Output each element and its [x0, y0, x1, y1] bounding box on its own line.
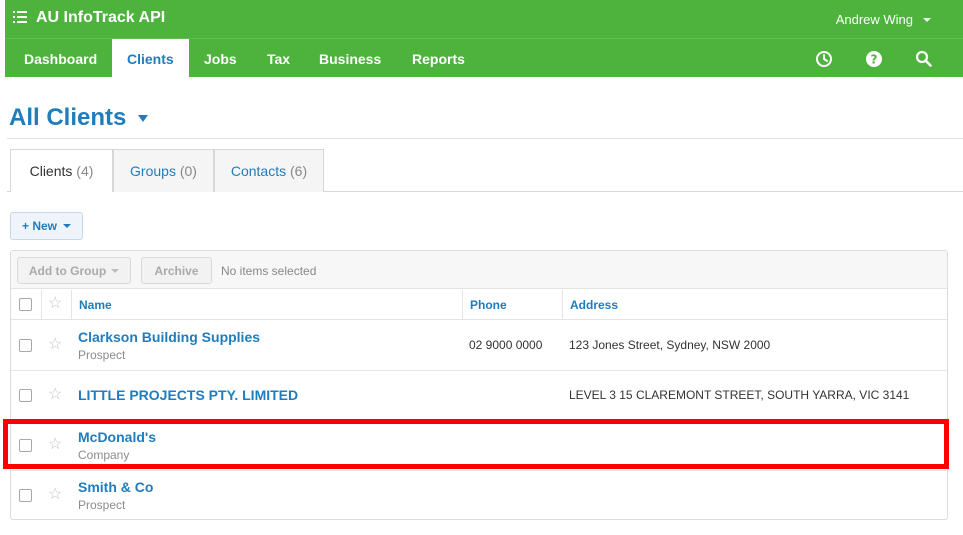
row-checkbox[interactable] — [19, 339, 32, 352]
client-name-link[interactable]: Clarkson Building Supplies — [78, 329, 260, 345]
star-icon[interactable]: ☆ — [48, 387, 62, 403]
app-menu-icon[interactable] — [13, 10, 27, 24]
column-header-address[interactable]: Address — [562, 290, 618, 320]
user-name: Andrew Wing — [835, 12, 913, 27]
client-phone: 02 9000 0000 — [469, 338, 543, 352]
client-type: Company — [78, 448, 130, 462]
tab-groups[interactable]: Groups (0) — [113, 149, 214, 192]
svg-text:?: ? — [871, 53, 878, 67]
column-header-name[interactable]: Name — [71, 290, 112, 320]
row-checkbox[interactable] — [19, 489, 32, 502]
tab-clients[interactable]: Clients (4) — [10, 149, 113, 192]
divider — [41, 290, 42, 320]
archive-button[interactable]: Archive — [141, 257, 212, 284]
main-nav: Dashboard Clients Jobs Tax Business Repo… — [5, 38, 963, 78]
star-icon: ☆ — [48, 295, 63, 312]
client-address: LEVEL 3 15 CLAREMONT STREET, SOUTH YARRA… — [569, 388, 910, 402]
tab-contacts[interactable]: Contacts (6) — [214, 149, 324, 192]
page-title-text: All Clients — [9, 104, 127, 131]
selection-status: No items selected — [221, 264, 317, 278]
column-header-phone[interactable]: Phone — [462, 290, 507, 320]
client-type: Prospect — [78, 498, 126, 512]
table-header: ☆ Name Phone Address — [11, 290, 947, 320]
nav-jobs[interactable]: Jobs — [189, 39, 252, 78]
nav-business[interactable]: Business — [304, 39, 396, 78]
table-row[interactable]: ☆ Clarkson Building Supplies Prospect 02… — [11, 321, 947, 371]
chevron-down-icon — [923, 17, 931, 22]
nav-reports[interactable]: Reports — [397, 39, 480, 78]
archive-label: Archive — [154, 263, 199, 278]
tab-contacts-count: (6) — [290, 163, 308, 179]
clients-panel: Add to Group Archive No items selected ☆… — [10, 250, 948, 520]
add-to-group-button[interactable]: Add to Group — [17, 257, 131, 284]
bulk-actions-toolbar: Add to Group Archive No items selected — [11, 251, 947, 289]
divider — [7, 138, 963, 139]
chevron-down-icon — [63, 224, 71, 228]
client-name-link[interactable]: LITTLE PROJECTS PTY. LIMITED — [78, 387, 298, 403]
top-bar: AU InfoTrack API Andrew Wing — [5, 0, 963, 38]
tab-groups-label: Groups — [130, 163, 176, 179]
page-title[interactable]: All Clients — [9, 104, 149, 132]
client-address: 123 Jones Street, Sydney, NSW 2000 — [569, 338, 771, 352]
select-all-checkbox[interactable] — [19, 298, 32, 311]
nav-tax[interactable]: Tax — [252, 39, 305, 78]
client-type: Prospect — [78, 348, 126, 362]
user-menu[interactable]: Andrew Wing — [836, 12, 931, 27]
search-icon[interactable] — [915, 50, 933, 68]
tab-clients-count: (4) — [76, 163, 94, 179]
star-icon[interactable]: ☆ — [48, 437, 62, 453]
new-button[interactable]: + New — [10, 212, 83, 240]
tab-groups-count: (0) — [179, 163, 197, 179]
nav-clients[interactable]: Clients — [112, 39, 189, 78]
tab-contacts-label: Contacts — [230, 163, 287, 179]
chevron-down-icon — [111, 268, 120, 273]
row-checkbox[interactable] — [19, 439, 32, 452]
client-name-link[interactable]: Smith & Co — [78, 479, 153, 495]
nav-dashboard[interactable]: Dashboard — [9, 39, 112, 78]
client-name-link[interactable]: McDonald's — [78, 429, 156, 445]
new-button-label: + New — [21, 219, 57, 233]
star-icon[interactable]: ☆ — [48, 487, 62, 503]
clock-icon[interactable] — [815, 50, 833, 68]
table-row[interactable]: ☆ Smith & Co Prospect — [11, 471, 947, 521]
app-title: AU InfoTrack API — [36, 9, 166, 26]
add-to-group-label: Add to Group — [28, 263, 107, 278]
star-icon[interactable]: ☆ — [48, 337, 62, 353]
tab-clients-label: Clients — [29, 163, 73, 179]
row-checkbox[interactable] — [19, 389, 32, 402]
table-row[interactable]: ☆ McDonald's Company — [11, 421, 947, 471]
table-row[interactable]: ☆ LITTLE PROJECTS PTY. LIMITED LEVEL 3 1… — [11, 371, 947, 421]
caret-down-icon — [138, 114, 149, 122]
help-icon[interactable]: ? — [865, 50, 883, 68]
